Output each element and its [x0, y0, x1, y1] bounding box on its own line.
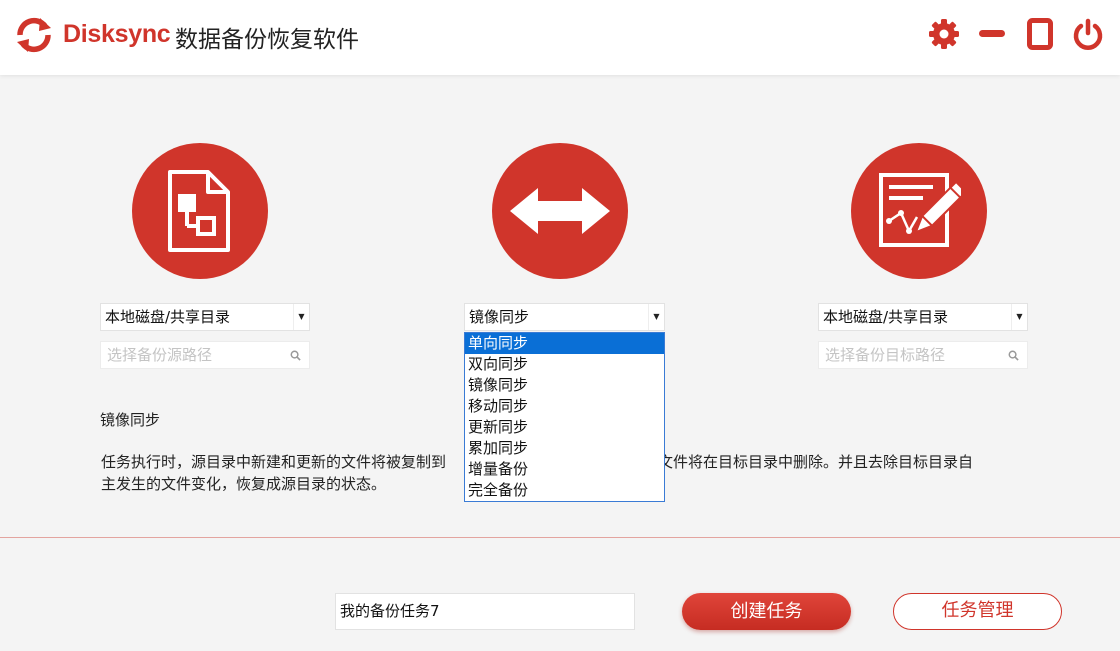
- gear-icon: [929, 19, 959, 49]
- power-button[interactable]: [1070, 16, 1106, 52]
- description-text-line2: 主发生的文件变化，恢复成源目录的状态。: [101, 475, 387, 493]
- mode-circle[interactable]: [492, 143, 628, 279]
- sync-mode-value: 镜像同步: [469, 308, 530, 326]
- option-incremental-backup[interactable]: 增量备份: [465, 459, 664, 480]
- option-one-way-sync[interactable]: 单向同步: [465, 333, 664, 354]
- source-type-value: 本地磁盘/共享目录: [105, 308, 231, 326]
- brand-name: Disksync: [63, 20, 171, 48]
- maximize-button[interactable]: [1022, 16, 1058, 52]
- file-flowchart-icon: [168, 170, 230, 252]
- target-path-placeholder: 选择备份目标路径: [825, 346, 946, 364]
- maximize-icon: [1027, 18, 1053, 50]
- option-cumulative-sync[interactable]: 累加同步: [465, 438, 664, 459]
- chevron-down-icon: ▼: [1011, 304, 1027, 330]
- minimize-button[interactable]: [974, 16, 1010, 52]
- divider: [0, 537, 1120, 538]
- minimize-icon: [979, 30, 1005, 37]
- source-circle[interactable]: [132, 143, 268, 279]
- sync-mode-dropdown: 单向同步 双向同步 镜像同步 移动同步 更新同步 累加同步 增量备份 完全备份: [464, 332, 665, 502]
- target-path-input[interactable]: 选择备份目标路径: [818, 341, 1028, 369]
- source-path-input[interactable]: 选择备份源路径: [100, 341, 310, 369]
- source-type-select[interactable]: 本地磁盘/共享目录 ▼: [100, 303, 310, 331]
- edit-document-icon: [879, 173, 961, 247]
- target-type-value: 本地磁盘/共享目录: [823, 308, 949, 326]
- option-two-way-sync[interactable]: 双向同步: [465, 354, 664, 375]
- mode-description-title: 镜像同步: [100, 411, 161, 429]
- description-text-end: 的文件将在目标目录中删除。并且去除目标目录自: [643, 453, 974, 471]
- search-icon: [1008, 350, 1019, 361]
- task-management-button[interactable]: 任务管理: [893, 593, 1062, 630]
- option-move-sync[interactable]: 移动同步: [465, 396, 664, 417]
- double-arrow-icon: [510, 188, 610, 234]
- target-type-select[interactable]: 本地磁盘/共享目录 ▼: [818, 303, 1028, 331]
- task-name-input[interactable]: 我的备份任务7: [335, 593, 635, 630]
- create-task-button[interactable]: 创建任务: [682, 593, 851, 630]
- description-text-start: 任务执行时，源目录中新建和更新的文件将被复制到: [101, 453, 447, 471]
- search-icon: [290, 350, 301, 361]
- settings-button[interactable]: [926, 16, 962, 52]
- option-full-backup[interactable]: 完全备份: [465, 480, 664, 501]
- option-update-sync[interactable]: 更新同步: [465, 417, 664, 438]
- title-bar: Disksync 数据备份恢复软件: [0, 0, 1120, 75]
- source-path-placeholder: 选择备份源路径: [107, 346, 213, 364]
- app-title: 数据备份恢复软件: [175, 27, 359, 53]
- option-mirror-sync[interactable]: 镜像同步: [465, 375, 664, 396]
- refresh-logo-icon: [17, 17, 51, 53]
- chevron-down-icon: ▼: [293, 304, 309, 330]
- target-circle[interactable]: [851, 143, 987, 279]
- power-icon: [1073, 18, 1103, 50]
- sync-mode-select[interactable]: 镜像同步 ▼: [464, 303, 665, 331]
- chevron-down-icon: ▼: [648, 304, 664, 330]
